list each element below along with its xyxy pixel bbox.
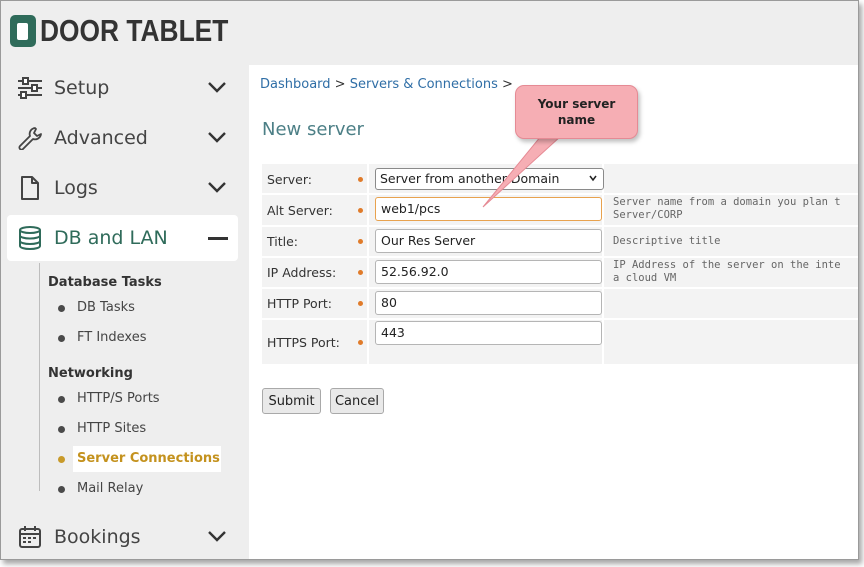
subnav-item-label: DB Tasks — [77, 300, 135, 315]
sidebar-item-setup[interactable]: Setup — [7, 65, 238, 111]
bullet-icon — [58, 396, 65, 403]
document-icon — [21, 176, 39, 200]
required-marker — [358, 177, 363, 182]
required-marker — [358, 239, 363, 244]
subnav-item-db-tasks[interactable]: DB Tasks — [39, 295, 221, 321]
server-select[interactable]: Server from another Domain — [375, 168, 604, 190]
brand-name: DOOR TABLET — [40, 13, 229, 48]
sidebar-item-label: Bookings — [54, 526, 141, 548]
http-port-input[interactable]: 80 — [375, 291, 602, 315]
chevron-down-icon[interactable] — [207, 80, 227, 94]
ip-address-label: IP Address: — [267, 265, 337, 280]
ip-address-help: IP Address of the server on the inte a c… — [613, 259, 841, 284]
http-port-label: HTTP Port: — [267, 296, 332, 311]
server-select-value: Server from another Domain — [380, 171, 560, 186]
subnav-item-label: Mail Relay — [77, 481, 144, 496]
ip-address-input[interactable]: 52.56.92.0 — [375, 260, 602, 284]
bullet-icon — [58, 486, 65, 493]
calendar-icon — [19, 526, 41, 548]
subnav-group-title: Database Tasks — [48, 275, 162, 290]
sidebar-item-db-and-lan[interactable]: DB and LAN — [7, 215, 238, 261]
bullet-icon — [58, 335, 65, 342]
subnav-item-mail-relay[interactable]: Mail Relay — [39, 476, 221, 502]
subnav-item-label: HTTP Sites — [77, 421, 147, 436]
sidebar-item-label: Logs — [54, 177, 98, 199]
chevron-down-icon[interactable] — [207, 130, 227, 144]
breadcrumb-link-servers[interactable]: Servers & Connections — [350, 77, 498, 92]
submit-button[interactable]: Submit — [262, 388, 321, 414]
subnav-group-title: Networking — [48, 366, 133, 381]
required-marker — [358, 208, 363, 213]
page-title: New server — [262, 119, 364, 140]
sidebar-item-label: Advanced — [54, 127, 148, 149]
title-help: Descriptive title — [613, 235, 721, 247]
callout-bubble: Your server name — [515, 85, 638, 139]
chevron-down-icon[interactable] — [207, 180, 227, 194]
alt-server-input[interactable]: web1/pcs — [375, 197, 602, 221]
title-label: Title: — [267, 234, 298, 249]
tablet-logo-icon — [10, 15, 36, 47]
server-label: Server: — [267, 172, 312, 187]
bullet-icon — [58, 456, 65, 463]
https-port-input[interactable]: 443 — [375, 321, 602, 345]
subnav-item-ft-indexes[interactable]: FT Indexes — [39, 325, 221, 351]
bullet-icon — [58, 305, 65, 312]
breadcrumb-separator: > — [334, 77, 346, 92]
wrench-icon — [18, 127, 42, 150]
sidebar-item-label: Setup — [54, 77, 110, 99]
required-marker — [358, 301, 363, 306]
sidebar-item-logs[interactable]: Logs — [7, 165, 238, 211]
subnav-item-https-ports[interactable]: HTTP/S Ports — [39, 386, 221, 412]
alt-server-label: Alt Server: — [267, 203, 333, 218]
database-icon — [19, 226, 41, 250]
sidebar-item-bookings[interactable]: Bookings — [7, 514, 238, 559]
required-marker — [358, 340, 363, 345]
breadcrumb: Dashboard > Servers & Connections > — [260, 77, 513, 92]
callout-text: Your server name — [537, 97, 616, 127]
breadcrumb-link-dashboard[interactable]: Dashboard — [260, 77, 331, 92]
chevron-down-icon[interactable] — [207, 529, 227, 543]
subnav-item-http-sites[interactable]: HTTP Sites — [39, 416, 221, 442]
cancel-button[interactable]: Cancel — [330, 388, 384, 414]
main-content: Dashboard > Servers & Connections > New … — [249, 65, 858, 559]
alt-server-help: Server name from a domain you plan t Ser… — [613, 196, 841, 221]
required-marker — [358, 270, 363, 275]
sidebar-item-label: DB and LAN — [54, 227, 168, 249]
breadcrumb-separator: > — [502, 77, 513, 92]
brand-logo[interactable]: DOOR TABLET — [10, 13, 262, 48]
collapse-icon[interactable] — [208, 237, 228, 240]
subnav-item-server-connections[interactable]: Server Connections — [39, 446, 221, 472]
subnav-item-label: Server Connections — [77, 451, 220, 466]
sidebar-item-advanced[interactable]: Advanced — [7, 115, 238, 161]
sliders-icon — [18, 77, 42, 99]
title-input[interactable]: Our Res Server — [375, 229, 602, 253]
chevron-down-icon — [589, 175, 597, 182]
app-window: DOOR TABLET Setup Advanced Logs DB and L… — [0, 0, 859, 560]
subnav-item-label: HTTP/S Ports — [77, 391, 160, 406]
bullet-icon — [58, 426, 65, 433]
https-port-label: HTTPS Port: — [267, 335, 340, 350]
subnav-item-label: FT Indexes — [77, 330, 147, 345]
